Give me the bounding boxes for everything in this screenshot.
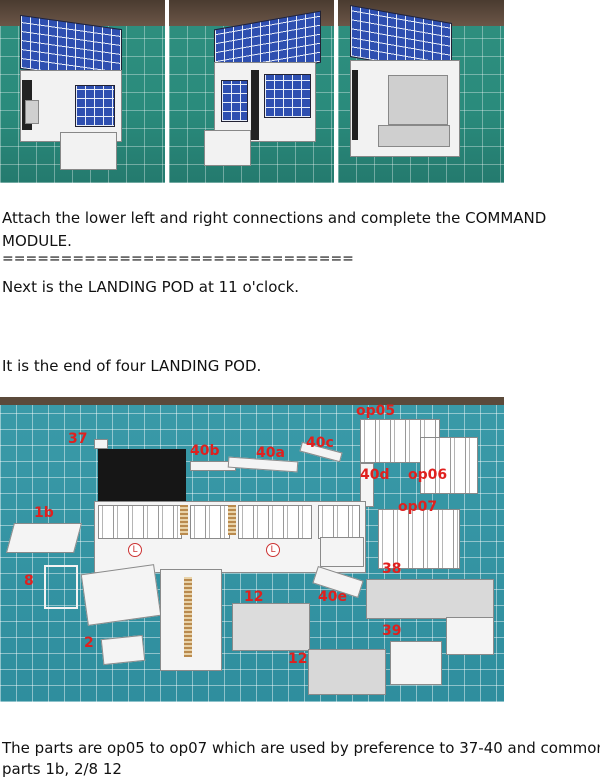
label-37: 37: [68, 431, 88, 447]
part-base-plate: [80, 564, 162, 626]
part-op07: [378, 509, 460, 569]
label-2: 2: [84, 635, 94, 651]
module-lower-panel: [378, 125, 450, 147]
label-8: 8: [24, 573, 34, 589]
module-side-window: [75, 85, 115, 127]
label-1b: 1b: [34, 505, 54, 521]
part-8: [44, 565, 78, 609]
black-part-sheet: [98, 449, 186, 505]
command-module-photo-front: [0, 0, 165, 183]
label-40a: 40a: [256, 445, 285, 461]
main-sheet-wood-strip: [180, 505, 188, 535]
label-op06: op06: [408, 467, 448, 483]
part-38-side: [446, 617, 494, 655]
mark-l-circle: L: [266, 543, 280, 557]
photo-background-wall: [0, 397, 504, 405]
label-op05: op05: [356, 403, 396, 419]
part-39: [390, 641, 442, 685]
label-12-lower: 12: [288, 651, 308, 667]
module-hatch: [25, 100, 39, 124]
main-sheet-wood-strip: [228, 505, 236, 535]
label-40c: 40c: [306, 435, 334, 451]
label-39: 39: [382, 623, 402, 639]
label-40d: 40d: [360, 467, 390, 483]
part-37: [94, 439, 108, 449]
main-sheet-control-panel: [320, 537, 364, 567]
part-op06: [420, 437, 478, 494]
instruction-line-6: parts 1b, 2/8 12: [2, 760, 122, 778]
part-1b: [5, 523, 83, 553]
label-op07: op07: [398, 499, 438, 515]
landing-pod-parts-photo: L L 37 40b 40a 40c op05 40d op06 op07 1b…: [0, 397, 504, 702]
center-wood-strip: [184, 577, 192, 657]
command-module-photo-back: [338, 0, 504, 183]
mark-l-circle: L: [128, 543, 142, 557]
part-12-lower: [308, 649, 386, 695]
part-2: [100, 634, 146, 666]
instruction-line-1: Attach the lower left and right connecti…: [2, 209, 547, 227]
module-base: [60, 132, 117, 170]
module-dark-panel: [352, 70, 358, 140]
instruction-line-4: It is the end of four LANDING POD.: [2, 357, 262, 375]
label-38: 38: [382, 561, 402, 577]
command-module-photo-side: [169, 0, 334, 183]
module-side-window: [264, 74, 311, 118]
module-dark-panel: [251, 70, 259, 140]
instruction-line-5: The parts are op05 to op07 which are use…: [2, 739, 600, 757]
module-base: [204, 130, 251, 166]
main-sheet-panel-center: [190, 505, 230, 539]
main-sheet-panel-end: [318, 505, 360, 539]
main-sheet-panel-right: [238, 505, 312, 539]
instruction-line-3: Next is the LANDING POD at 11 o'clock.: [2, 278, 300, 296]
command-module-photos: [0, 0, 504, 183]
main-sheet-panel-left: [98, 505, 182, 539]
label-40e: 40e: [318, 589, 347, 605]
label-12-upper: 12: [244, 589, 264, 605]
module-rear-door: [388, 75, 448, 125]
part-12-upper: [232, 603, 310, 651]
label-40b: 40b: [190, 443, 220, 459]
separator-line: ==============================: [2, 251, 354, 267]
module-side-window: [221, 80, 248, 122]
instruction-line-2: MODULE.: [2, 232, 72, 250]
part-38: [366, 579, 494, 619]
